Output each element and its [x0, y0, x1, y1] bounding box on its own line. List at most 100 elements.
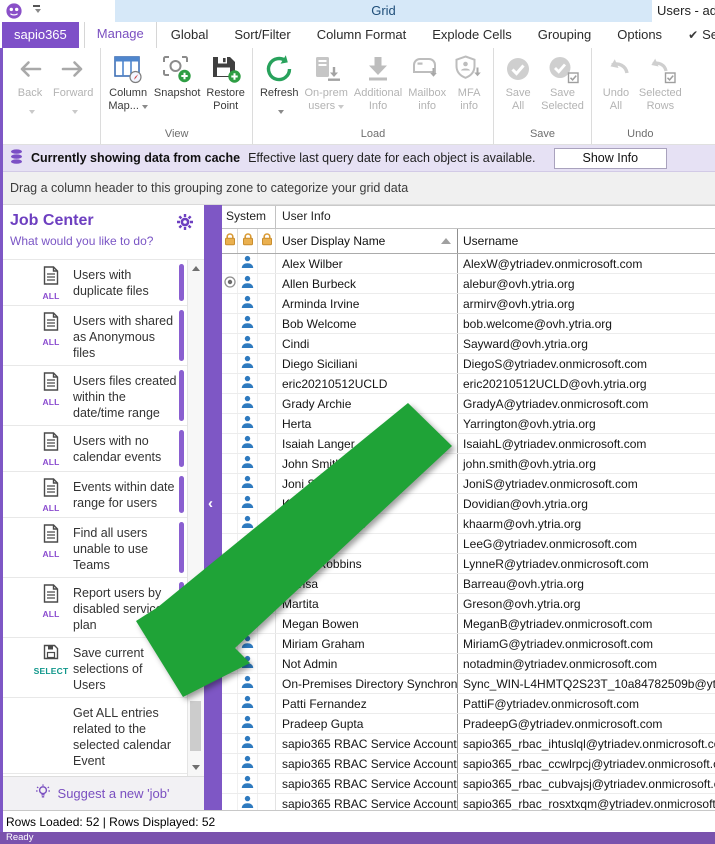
cell-system-marker [222, 374, 238, 393]
column-header-lock-3[interactable] [258, 229, 276, 253]
table-row[interactable]: HertaYarrington@ovh.ytria.org [222, 414, 715, 434]
job-item-8[interactable]: SELECTSave current selections of Users [0, 638, 187, 698]
table-row[interactable]: sapio365 RBAC Service Accountsapio365_rb… [222, 754, 715, 774]
cell-empty [258, 314, 276, 333]
undosel-button[interactable]: SelectedRows [636, 50, 685, 113]
table-row[interactable]: sapio365 RBAC Service Accountsapio365_rb… [222, 794, 715, 810]
ribbon-group-undo: UndoAllSelectedRows Undo [592, 48, 689, 144]
job-item-3[interactable]: ALLUsers files created within the date/t… [0, 366, 187, 426]
ribbon-group-view: ColumnMap...SnapshotRestorePointView [101, 48, 253, 144]
table-row[interactable]: CindiSayward@ovh.ytria.org [222, 334, 715, 354]
tab-options[interactable]: Options [605, 22, 674, 48]
table-row[interactable]: Arminda Irvinearmirv@ovh.ytria.org [222, 294, 715, 314]
forward-button[interactable]: Forward [50, 50, 96, 109]
onprem-button[interactable]: On-premusers [301, 50, 350, 113]
job-item-9[interactable]: Get ALL entries related to the selected … [0, 698, 187, 774]
show-info-button[interactable]: Show Info [554, 148, 668, 169]
table-row[interactable]: Lee GuLeeG@ytriadev.onmicrosoft.com [222, 534, 715, 554]
cell-empty [258, 534, 276, 553]
group-header-user-info[interactable]: User Info [276, 206, 715, 228]
collapse-chevron-icon[interactable]: ‹ [208, 495, 213, 512]
cell-display-name: Isaiah Langer [276, 434, 458, 453]
job-item-7[interactable]: ALLReport users by disabled service plan [0, 578, 187, 638]
group-header-system[interactable]: System [222, 206, 276, 228]
database-icon [10, 149, 23, 168]
table-row[interactable]: John Smithjohn.smith@ovh.ytria.org [222, 454, 715, 474]
user-icon [241, 655, 254, 672]
table-row[interactable]: Lynne RobbinsLynneR@ytriadev.onmicrosoft… [222, 554, 715, 574]
column-header-username[interactable]: Username [458, 229, 715, 253]
button-label: Back [18, 87, 42, 100]
column-header-lock-2[interactable] [238, 229, 258, 253]
colmap-button[interactable]: ColumnMap... [105, 50, 151, 113]
cell-display-name: Joni Sherman [276, 474, 458, 493]
table-row[interactable]: On-Premises Directory SynchronSync_WIN-L… [222, 674, 715, 694]
table-row[interactable]: Miriam GrahamMiriamG@ytriadev.onmicrosof… [222, 634, 715, 654]
tab-manage[interactable]: Manage [84, 22, 157, 48]
back-button[interactable]: Back [10, 50, 50, 109]
scroll-down-icon[interactable] [192, 765, 200, 770]
scroll-up-icon[interactable] [192, 266, 200, 271]
back-icon [13, 53, 47, 85]
table-row[interactable]: eric20210512UCLDeric20210512UCLD@ovh.ytr… [222, 374, 715, 394]
job-item-4[interactable]: ALLUsers with no calendar events [0, 426, 187, 472]
column-header-display-name[interactable]: User Display Name [276, 229, 458, 253]
table-row[interactable]: Bob Welcomebob.welcome@ovh.ytria.org [222, 314, 715, 334]
table-row[interactable]: sapio365 RBAC Service Accountsapio365_rb… [222, 734, 715, 754]
table-row[interactable]: Pradeep GuptaPradeepG@ytriadev.onmicroso… [222, 714, 715, 734]
refresh-icon [262, 53, 296, 85]
cell-display-name: sapio365 RBAC Service Account [276, 774, 458, 793]
collapse-strip[interactable]: ‹ [204, 205, 222, 810]
tab-sort-filter[interactable]: Sort/Filter [222, 22, 302, 48]
snapshot-button[interactable]: Snapshot [151, 50, 203, 100]
table-row[interactable]: Megan BowenMeganB@ytriadev.onmicrosoft.c… [222, 614, 715, 634]
table-row[interactable]: Patti FernandezPattiF@ytriadev.onmicroso… [222, 694, 715, 714]
table-row[interactable]: Diego SicilianiDiegoS@ytriadev.onmicroso… [222, 354, 715, 374]
table-row[interactable]: MarisaBarreau@ovh.ytria.org [222, 574, 715, 594]
table-row[interactable]: Allen Burbeckalebur@ovh.ytria.org [222, 274, 715, 294]
mfa-button[interactable]: MFAinfo [449, 50, 489, 113]
grouping-zone[interactable]: Drag a column header to this grouping zo… [0, 172, 715, 205]
cell-display-name: Diego Siciliani [276, 354, 458, 373]
sidebar-scrollbar[interactable] [187, 260, 204, 776]
gear-icon[interactable] [176, 213, 194, 231]
ribbon-group-load: RefreshOn-premusersAdditionalInfoMailbox… [253, 48, 494, 144]
mailbox-button[interactable]: Mailboxinfo [405, 50, 449, 113]
user-icon [241, 695, 254, 712]
tab-column-format[interactable]: Column Format [305, 22, 419, 48]
scrollbar-thumb[interactable] [190, 701, 201, 751]
quick-access-dropdown-icon[interactable] [32, 5, 41, 13]
job-item-10[interactable]: TEST IMPORT USERSView by status [0, 774, 187, 776]
table-row[interactable]: sapio365 RBAC Service Accountsapio365_rb… [222, 774, 715, 794]
table-row[interactable]: Grady ArchieGradyA@ytriadev.onmicrosoft.… [222, 394, 715, 414]
saveall-button[interactable]: SaveAll [498, 50, 538, 113]
table-row[interactable]: Joni ShermanJoniS@ytriadev.onmicrosoft.c… [222, 474, 715, 494]
table-row[interactable]: Isaiah LangerIsaiahL@ytriadev.onmicrosof… [222, 434, 715, 454]
tab-explode-cells[interactable]: Explode Cells [420, 22, 524, 48]
job-item-5[interactable]: ALLEvents within date range for users [0, 472, 187, 518]
undoall-button[interactable]: UndoAll [596, 50, 636, 113]
job-item-6[interactable]: ALLFind all users unable to use Teams [0, 518, 187, 578]
tab-grouping[interactable]: Grouping [526, 22, 603, 48]
suggest-job-button[interactable]: Suggest a new 'job' [0, 776, 204, 810]
table-row[interactable]: KariDovidian@ovh.ytria.org [222, 494, 715, 514]
restore-button[interactable]: RestorePoint [203, 50, 248, 113]
job-item-1[interactable]: ALLUsers with duplicate files [0, 260, 187, 306]
ribbon-group-label: Undo [596, 127, 685, 144]
refresh-button[interactable]: Refresh [257, 50, 302, 109]
table-row[interactable]: Not Adminnotadmin@ytriadev.onmicrosoft.c… [222, 654, 715, 674]
tab-global[interactable]: Global [159, 22, 221, 48]
table-row[interactable]: Khalid Armitagekhaarm@ovh.ytria.org [222, 514, 715, 534]
colmap-icon [111, 53, 145, 85]
tab-session[interactable]: ✔Session [676, 22, 715, 48]
tab-sapio365[interactable]: sapio365 [2, 22, 79, 48]
table-row[interactable]: Alex WilberAlexW@ytriadev.onmicrosoft.co… [222, 254, 715, 274]
job-item-2[interactable]: ALLUsers with shared as Anonymous files [0, 306, 187, 366]
addinfo-button[interactable]: AdditionalInfo [351, 50, 405, 113]
app-logo-icon[interactable] [6, 3, 22, 19]
cell-username: MeganB@ytriadev.onmicrosoft.com [458, 614, 715, 633]
table-row[interactable]: MartitaGreson@ovh.ytria.org [222, 594, 715, 614]
column-header-lock-1[interactable] [222, 229, 238, 253]
cell-empty [258, 254, 276, 273]
savesel-button[interactable]: SaveSelected [538, 50, 587, 113]
